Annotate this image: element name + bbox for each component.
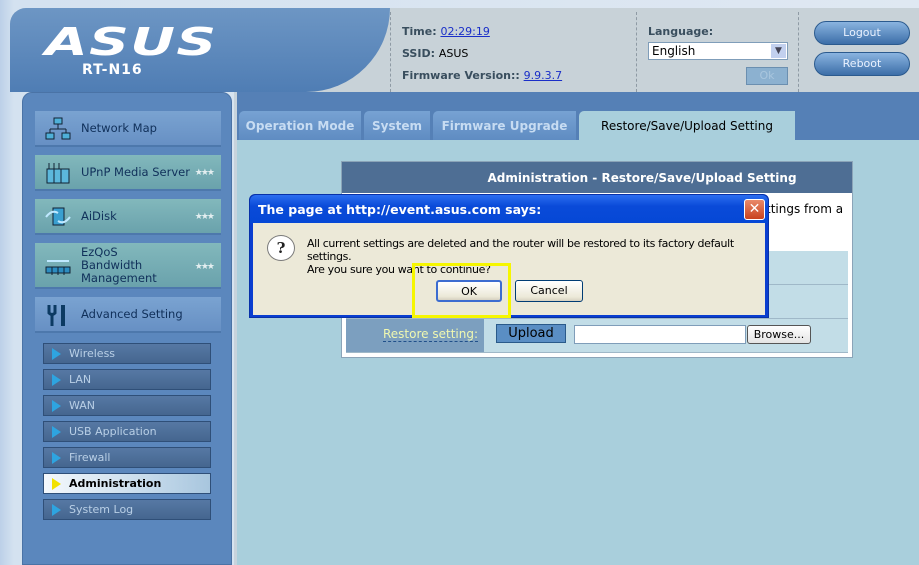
time-link[interactable]: 02:29:19: [440, 25, 489, 38]
dialog-title: The page at http://event.asus.com says:: [250, 195, 768, 223]
bandwidth-icon: [45, 260, 71, 275]
arrow-right-icon: [52, 478, 61, 490]
submenu-label: LAN: [69, 373, 92, 386]
submenu-label: Firewall: [69, 451, 111, 464]
highlight-box: [412, 263, 511, 318]
submenu-firewall[interactable]: Firewall: [43, 447, 211, 468]
logout-button[interactable]: Logout: [814, 21, 910, 45]
tab-system[interactable]: System: [364, 111, 430, 140]
time-info: Time: 02:29:19: [402, 25, 490, 38]
stars-icon: ★★★: [194, 168, 215, 178]
submenu-label: System Log: [69, 503, 134, 516]
arrow-right-icon: [52, 426, 61, 438]
reboot-button[interactable]: Reboot: [814, 52, 910, 76]
restore-setting-label: Restore setting:: [383, 327, 478, 342]
language-label: Language:: [648, 25, 714, 38]
menu-label: EzQoS Bandwidth Management: [81, 244, 157, 285]
panel-intro-text: ttings from a: [766, 202, 844, 216]
ssid-value: ASUS: [438, 47, 469, 60]
ssid-info: SSID: ASUS: [402, 47, 468, 60]
submenu-label: Administration: [69, 477, 162, 490]
network-map-icon: [45, 117, 71, 140]
submenu-wan[interactable]: WAN: [43, 395, 211, 416]
table-row-restore: Restore setting: Upload Browse...: [346, 319, 848, 353]
sidebar: Network Map UPnP Media Server ★★★ AiDisk ★…: [22, 92, 232, 565]
dialog-message: All current settings are deleted and the…: [307, 237, 765, 276]
dialog-message-line: Are you sure you want to continue?: [307, 263, 491, 276]
submenu-label: Wireless: [69, 347, 116, 360]
logo-area: ASUS RT-N16: [10, 8, 390, 92]
arrow-right-icon: [52, 400, 61, 412]
cancel-button[interactable]: Cancel: [515, 280, 583, 302]
browse-button[interactable]: Browse...: [747, 325, 811, 344]
tools-icon: [47, 305, 65, 326]
arrow-right-icon: [52, 374, 61, 386]
file-path-input[interactable]: [574, 325, 746, 344]
firmware-link[interactable]: 9.9.3.7: [524, 69, 562, 82]
arrow-right-icon: [52, 504, 61, 516]
language-select[interactable]: English ▼: [648, 42, 788, 60]
menu-label: AiDisk: [81, 209, 117, 223]
arrow-right-icon: [52, 452, 61, 464]
menu-label: Advanced Setting: [81, 307, 183, 321]
submenu-usb-application[interactable]: USB Application: [43, 421, 211, 442]
asus-logo: ASUS: [45, 20, 218, 64]
menu-label: Network Map: [81, 121, 157, 135]
question-icon: ?: [267, 235, 295, 261]
media-server-icon: [46, 163, 70, 184]
upload-button[interactable]: Upload: [496, 324, 566, 343]
model-name: RT-N16: [82, 62, 143, 78]
header: ASUS RT-N16 Time: 02:29:19 SSID: ASUS Fi…: [10, 8, 919, 92]
tab-bar: Operation Mode System Firmware Upgrade R…: [237, 92, 919, 140]
chevron-down-icon[interactable]: ▼: [771, 44, 786, 58]
submenu-label: WAN: [69, 399, 96, 412]
time-label: Time:: [402, 25, 437, 38]
firmware-info: Firmware Version:: 9.9.3.7: [402, 69, 562, 82]
submenu-label: USB Application: [69, 425, 157, 438]
panel-title: Administration - Restore/Save/Upload Set…: [342, 162, 852, 193]
stars-icon: ★★★: [194, 212, 215, 222]
submenu-system-log[interactable]: System Log: [43, 499, 211, 520]
menu-advanced-setting[interactable]: Advanced Setting: [35, 297, 221, 333]
aidisk-icon: [45, 207, 71, 226]
arrow-right-icon: [52, 348, 61, 360]
dialog-message-line: All current settings are deleted and the…: [307, 237, 734, 263]
divider: [636, 12, 637, 92]
language-value: English: [652, 44, 696, 58]
tab-operation-mode[interactable]: Operation Mode: [239, 111, 361, 140]
submenu-wireless[interactable]: Wireless: [43, 343, 211, 364]
tab-restore-save-upload[interactable]: Restore/Save/Upload Setting: [579, 111, 795, 140]
menu-label: UPnP Media Server: [81, 165, 190, 179]
divider: [798, 12, 799, 92]
divider: [390, 12, 391, 92]
menu-network-map[interactable]: Network Map: [35, 111, 221, 147]
submenu-lan[interactable]: LAN: [43, 369, 211, 390]
menu-upnp-media-server[interactable]: UPnP Media Server ★★★: [35, 155, 221, 191]
menu-aidisk[interactable]: AiDisk ★★★: [35, 199, 221, 235]
submenu-administration[interactable]: Administration: [43, 473, 211, 494]
language-ok-button[interactable]: Ok: [746, 67, 788, 85]
tab-firmware-upgrade[interactable]: Firmware Upgrade: [433, 111, 576, 140]
ssid-label: SSID:: [402, 47, 435, 60]
menu-ezqos[interactable]: EzQoS Bandwidth Management ★★★: [35, 243, 221, 289]
close-icon[interactable]: ✕: [744, 199, 765, 220]
stars-icon: ★★★: [194, 262, 215, 272]
firmware-label: Firmware Version::: [402, 69, 520, 82]
